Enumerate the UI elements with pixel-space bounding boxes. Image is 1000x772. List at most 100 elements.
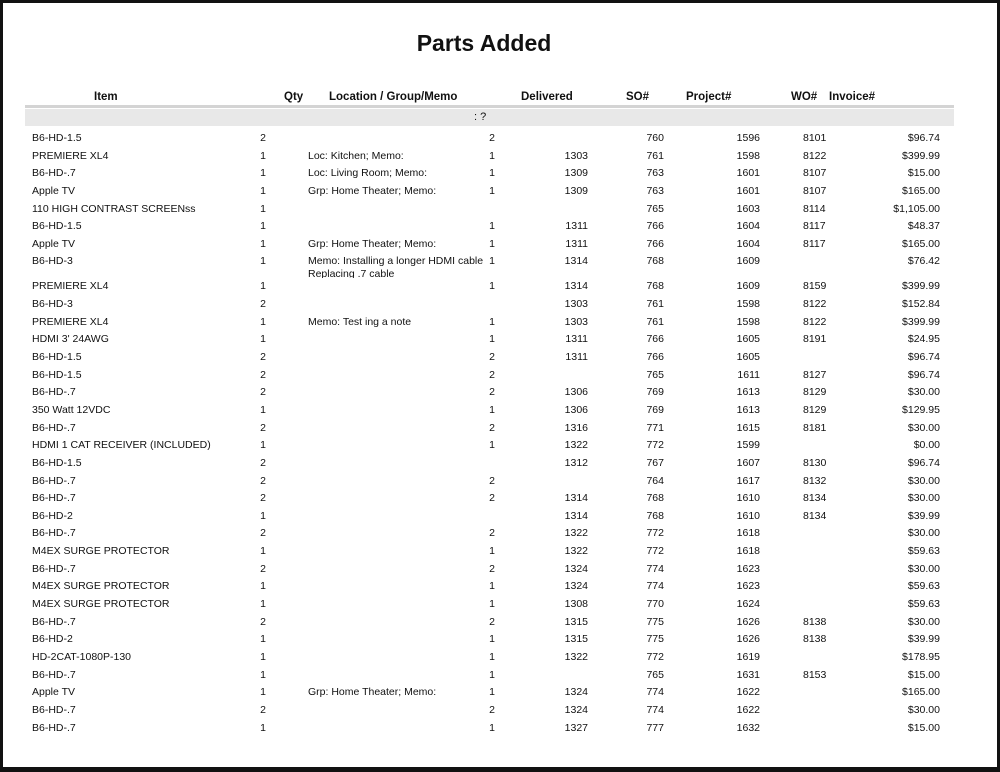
cell-memo: Grp: Home Theater; Memo: [308, 686, 437, 699]
cell-invoice: $30.00 [907, 492, 940, 505]
cell-invoice: $30.00 [907, 527, 940, 540]
cell-project: 1626 [736, 615, 760, 628]
cell-project: 1604 [736, 237, 760, 250]
cell-col5: 1306 [564, 403, 588, 416]
table-row: Apple TV 1 Grp: Home Theater; Memo: 1 1311 76… [3, 236, 1000, 254]
cell-invoice: $76.42 [907, 255, 940, 268]
cell-qty: 1 [260, 202, 266, 215]
cell-col5: 1322 [564, 545, 588, 558]
table-row: PREMIERE XL4 1 1 1314 768 1609 8159 $399.99 [3, 278, 1000, 296]
cell-qty: 1 [260, 280, 266, 293]
cell-wo: 8159 [803, 280, 827, 293]
cell-so: 761 [646, 298, 664, 311]
cell-item: B6-HD-.7 [32, 703, 76, 716]
cell-col5: 1324 [564, 686, 588, 699]
cell-project: 1632 [736, 721, 760, 734]
table-row: B6-HD-1.5 1 1 1311 766 1604 8117 $48.37 [3, 218, 1000, 236]
table-row: B6-HD-2 1 1314 768 1610 8134 $39.99 [3, 508, 1000, 526]
cell-project: 1610 [736, 509, 760, 522]
cell-project: 1617 [736, 474, 760, 487]
header-delivered: Delivered [521, 91, 573, 103]
cell-col5: 1312 [564, 456, 588, 469]
cell-qty: 2 [260, 132, 266, 144]
cell-col5: 1303 [564, 149, 588, 162]
table-row: 110 HIGH CONTRAST SCREENss 1 765 1603 8114 $1… [3, 201, 1000, 219]
cell-invoice: $39.99 [907, 633, 940, 646]
cell-delivered: 1 [489, 237, 495, 250]
table-row: B6-HD-2 1 1 1315 775 1626 8138 $39.99 [3, 631, 1000, 649]
cell-item: B6-HD-.7 [32, 615, 76, 628]
cell-delivered: 1 [489, 220, 495, 233]
cell-qty: 2 [260, 615, 266, 628]
cell-col5: 1314 [564, 255, 588, 268]
header-qty: Qty [284, 91, 304, 103]
cell-wo: 8122 [803, 298, 827, 311]
cell-invoice: $165.00 [902, 237, 940, 250]
cell-delivered: 1 [489, 580, 495, 593]
table-row: B6-HD-.7 2 2 764 1617 8132 $30.00 [3, 473, 1000, 491]
cell-project: 1631 [736, 668, 760, 681]
cell-item: B6-HD-1.5 [32, 132, 82, 144]
cell-item: B6-HD-.7 [32, 474, 76, 487]
cell-invoice: $59.63 [907, 545, 940, 558]
table-row: B6-HD-.7 1 1 1327 777 1632 $15.00 [3, 720, 1000, 738]
cell-so: 774 [646, 703, 664, 716]
cell-delivered: 1 [489, 545, 495, 558]
cell-invoice: $59.63 [907, 598, 940, 611]
cell-item: B6-HD-2 [32, 509, 73, 522]
cell-delivered: 1 [489, 686, 495, 699]
cell-so: 769 [646, 403, 664, 416]
cell-qty: 1 [260, 403, 266, 416]
table-row: B6-HD-.7 1 Loc: Living Room; Memo: 1 1309 763… [3, 165, 1000, 183]
cell-invoice: $48.37 [907, 220, 940, 233]
cell-wo: 8129 [803, 386, 827, 399]
cell-invoice: $129.95 [902, 403, 940, 416]
cell-qty: 1 [260, 220, 266, 233]
cell-invoice: $399.99 [902, 280, 940, 293]
cell-col5: 1314 [564, 280, 588, 293]
cell-so: 772 [646, 439, 664, 452]
cell-wo: 8114 [803, 202, 826, 215]
cell-qty: 1 [260, 509, 266, 522]
cell-project: 1599 [736, 439, 760, 452]
cell-item: HDMI 3' 24AWG [32, 333, 109, 346]
cell-col5: 1316 [564, 421, 588, 434]
cell-invoice: $0.00 [913, 439, 940, 452]
cell-qty: 2 [260, 456, 266, 469]
cell-delivered: 1 [489, 184, 495, 197]
cell-delivered: 1 [489, 403, 495, 416]
cell-project: 1619 [736, 650, 760, 663]
cell-invoice: $39.99 [907, 509, 940, 522]
cell-invoice: $152.84 [902, 298, 940, 311]
cell-so: 769 [646, 386, 664, 399]
cell-project: 1603 [736, 202, 760, 215]
cell-delivered: 2 [489, 527, 495, 540]
cell-wo: 8117 [803, 237, 826, 250]
table-row: B6-HD-3 2 1303 761 1598 8122 $152.84 [3, 296, 1000, 314]
table-row: B6-HD-1.5 2 2 760 1596 8101 $96.74 [3, 130, 1000, 148]
cell-project: 1622 [736, 686, 760, 699]
cell-col5: 1308 [564, 598, 588, 611]
cell-qty: 2 [260, 421, 266, 434]
cell-col5: 1324 [564, 580, 588, 593]
cell-item: Apple TV [32, 184, 75, 197]
cell-project: 1609 [736, 255, 760, 268]
cell-memo: Memo: Test ing a note [308, 315, 412, 328]
cell-so: 767 [646, 456, 664, 469]
cell-project: 1623 [736, 562, 760, 575]
table-row: B6-HD-.7 2 2 1316 771 1615 8181 $30.00 [3, 420, 1000, 438]
cell-col5: 1324 [564, 703, 588, 716]
cell-so: 765 [646, 202, 664, 215]
cell-project: 1618 [736, 545, 760, 558]
cell-invoice: $165.00 [902, 686, 940, 699]
cell-qty: 2 [260, 492, 266, 505]
table-row: PREMIERE XL4 1 Memo: Test ing a note 1 1303 7… [3, 314, 1000, 332]
cell-memo: Memo: Installing a longer HDMI cable Rep… [308, 255, 484, 279]
cell-qty: 2 [260, 474, 266, 487]
table-row: Apple TV 1 Grp: Home Theater; Memo: 1 1309 76… [3, 183, 1000, 201]
cell-invoice: $24.95 [907, 333, 940, 346]
cell-so: 775 [646, 633, 664, 646]
table-row: M4EX SURGE PROTECTOR 1 1 1322 772 1618 $59.63 [3, 543, 1000, 561]
cell-delivered: 1 [489, 439, 495, 452]
cell-wo: 8191 [803, 333, 827, 346]
